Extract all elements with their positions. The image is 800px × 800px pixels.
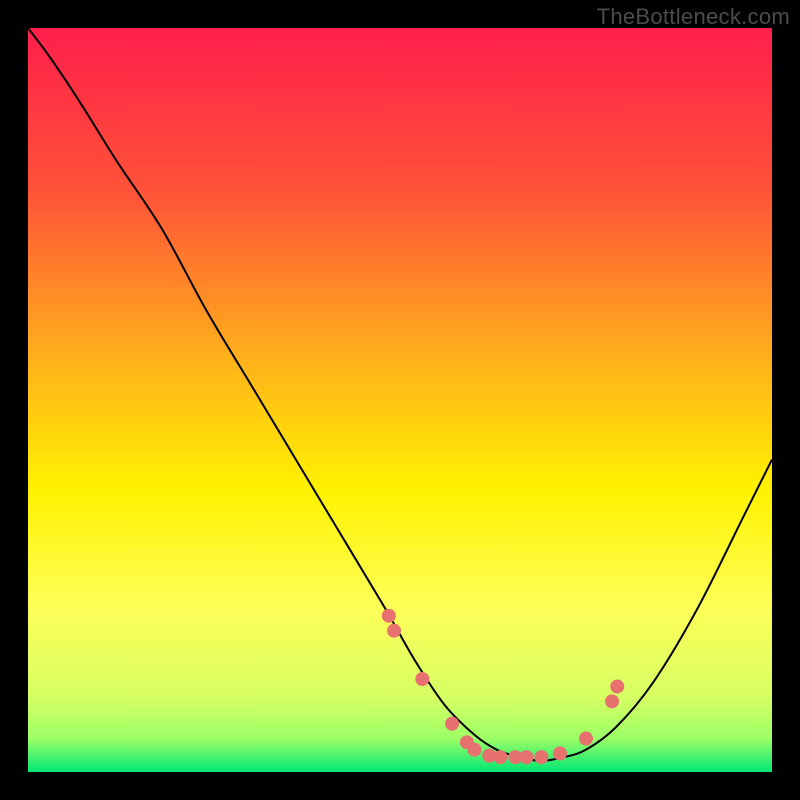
- data-marker: [415, 672, 429, 686]
- data-marker: [382, 609, 396, 623]
- data-marker: [605, 694, 619, 708]
- data-marker: [519, 750, 533, 764]
- data-marker: [387, 624, 401, 638]
- chart-frame: TheBottleneck.com: [0, 0, 800, 800]
- gradient-background: [28, 28, 772, 772]
- plot-area: [28, 28, 772, 772]
- data-marker: [553, 746, 567, 760]
- data-marker: [579, 732, 593, 746]
- chart-canvas: [28, 28, 772, 772]
- data-marker: [445, 717, 459, 731]
- data-marker: [493, 750, 507, 764]
- data-marker: [467, 743, 481, 757]
- data-marker: [610, 679, 624, 693]
- watermark-text: TheBottleneck.com: [597, 4, 790, 30]
- data-marker: [534, 750, 548, 764]
